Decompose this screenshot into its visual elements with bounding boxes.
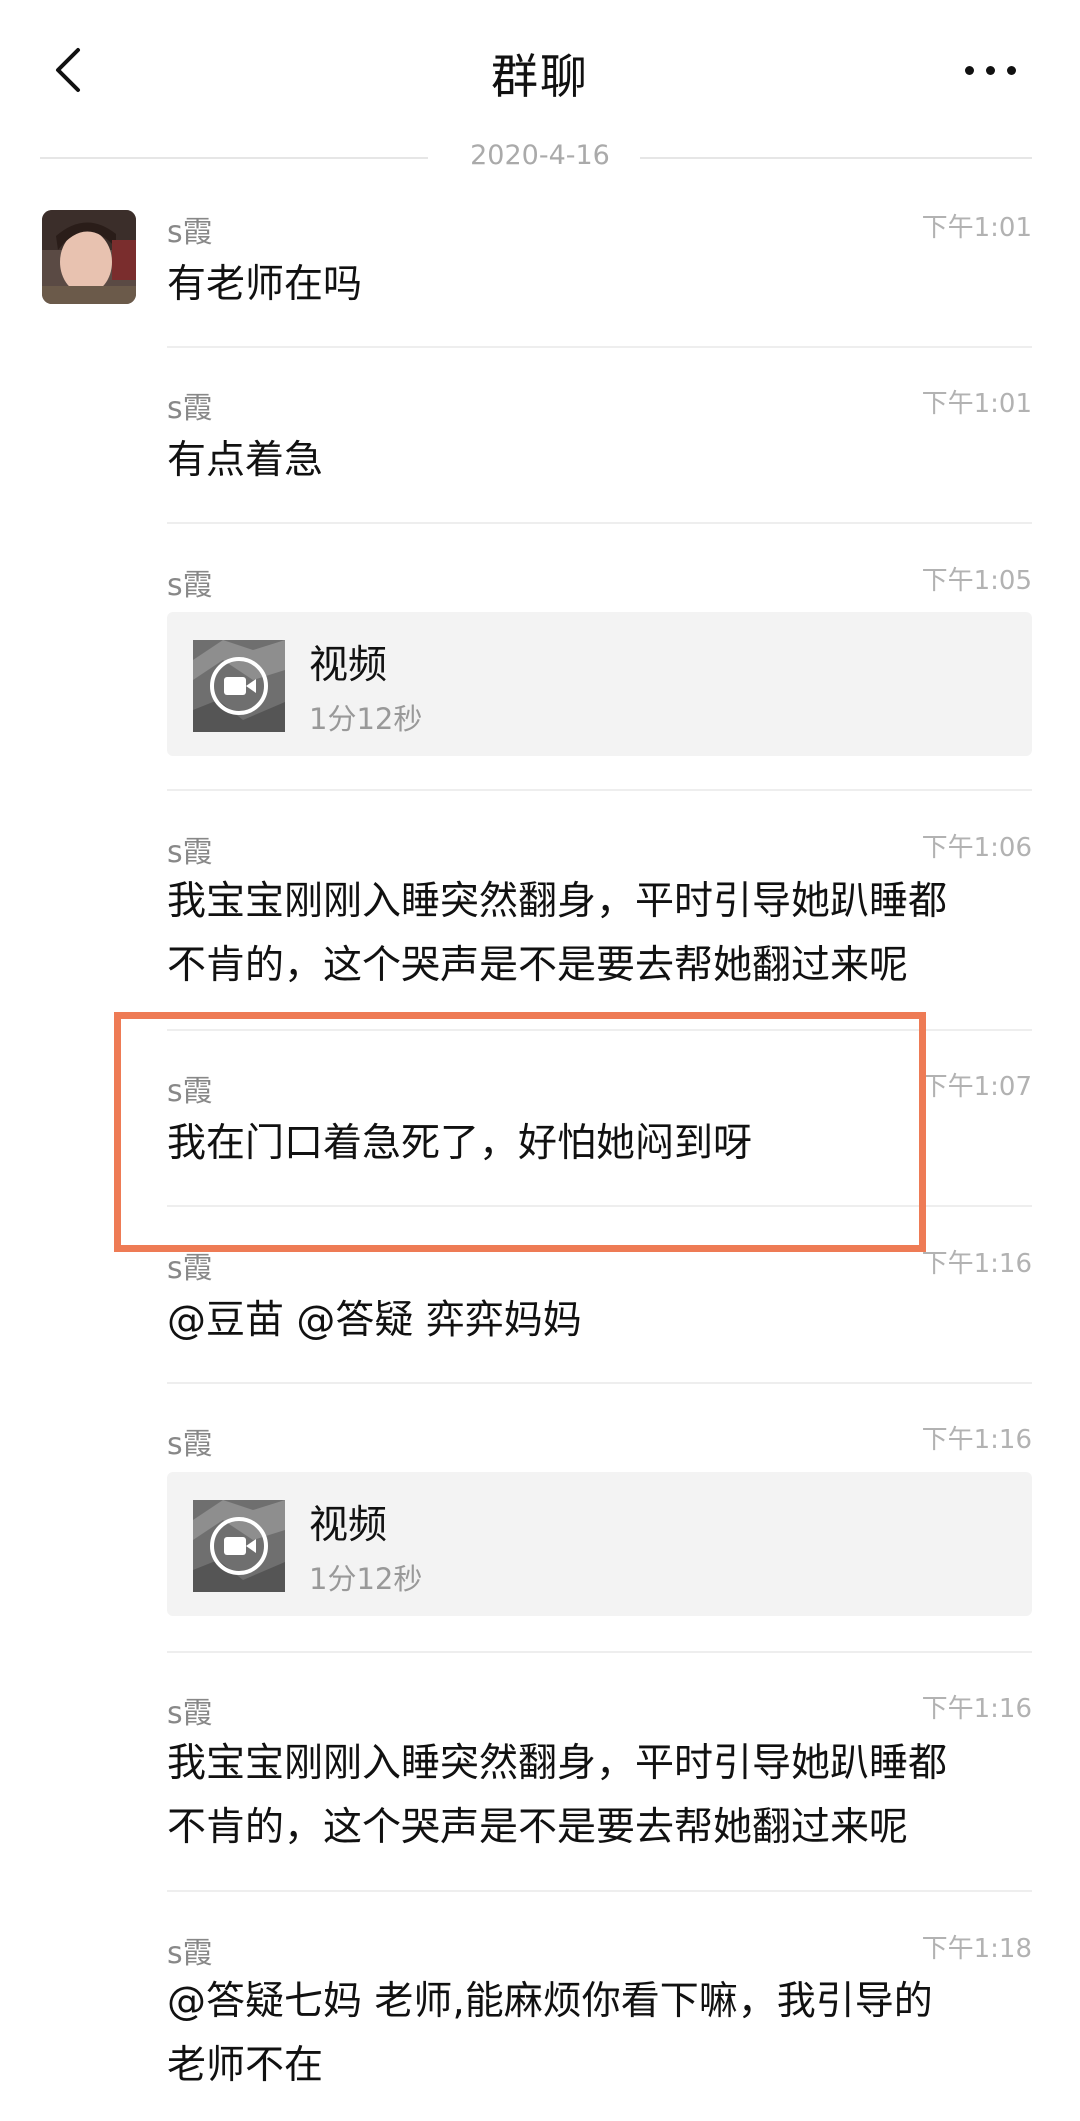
message-line: 我宝宝刚刚入睡突然翻身，平时引导她趴睡都 (167, 879, 948, 924)
video-camera-icon (193, 1500, 285, 1592)
message-time: 下午1:16 (921, 1249, 1032, 1279)
message-time: 下午1:05 (921, 566, 1032, 596)
message-sender: s霞 (167, 391, 213, 426)
message-sender: s霞 (167, 835, 213, 870)
message-sender: s霞 (167, 215, 213, 250)
message-separator (167, 1651, 1032, 1653)
more-dots-icon (965, 66, 974, 75)
message-line: 我宝宝刚刚入睡突然翻身，平时引导她趴睡都 (167, 1741, 948, 1786)
message-sender: s霞 (167, 1936, 213, 1971)
message-line: 老师不在 (167, 2043, 324, 2088)
video-duration: 1分12秒 (309, 702, 423, 736)
video-thumbnail (193, 640, 285, 732)
message-time: 下午1:16 (921, 1425, 1032, 1455)
more-dot (1007, 66, 1016, 75)
avatar[interactable] (42, 210, 136, 304)
video-duration: 1分12秒 (309, 1562, 423, 1596)
message-sender: s霞 (167, 1696, 213, 1731)
message-time: 下午1:16 (921, 1694, 1032, 1724)
message-separator (167, 346, 1032, 348)
message-text[interactable]: @豆苗 @答疑 弈弈妈妈 (167, 1289, 1027, 1353)
message-time: 下午1:06 (921, 833, 1032, 863)
message-text[interactable]: 我宝宝刚刚入睡突然翻身，平时引导她趴睡都 不肯的，这个哭声是不是要去帮她翻过来呢 (167, 1732, 1027, 1860)
message-line: @答疑七妈 老师,能麻烦你看下嘛，我引导的 (167, 1979, 933, 2024)
message-separator (167, 789, 1032, 791)
date-label: 2020-4-16 (470, 140, 610, 171)
message-time: 下午1:07 (921, 1072, 1032, 1102)
message-separator (167, 1890, 1032, 1892)
page-title: 群聊 (491, 50, 589, 105)
video-camera-icon (193, 640, 285, 732)
message-separator (167, 522, 1032, 524)
date-divider: 2020-4-16 (0, 140, 1080, 176)
message-sender: s霞 (167, 568, 213, 603)
message-text[interactable]: 有老师在吗 (167, 253, 1027, 317)
video-message[interactable]: 视频 1分12秒 (167, 1472, 1032, 1616)
divider-line (640, 157, 1032, 159)
video-title: 视频 (309, 643, 388, 688)
video-title: 视频 (309, 1503, 388, 1548)
message-separator (167, 1382, 1032, 1384)
message-line: 不肯的，这个哭声是不是要去帮她翻过来呢 (167, 943, 909, 988)
highlight-box (114, 1012, 926, 1252)
message-text[interactable]: @答疑七妈 老师,能麻烦你看下嘛，我引导的 老师不在 (167, 1970, 1027, 2098)
more-button[interactable] (955, 48, 1025, 88)
message-time: 下午1:18 (921, 1934, 1032, 1964)
message-sender: s霞 (167, 1427, 213, 1462)
message-time: 下午1:01 (921, 213, 1032, 243)
video-message[interactable]: 视频 1分12秒 (167, 612, 1032, 756)
video-thumbnail (193, 1500, 285, 1592)
avatar-photo (42, 210, 136, 304)
message-time: 下午1:01 (921, 389, 1032, 419)
top-bar: 群聊 (0, 0, 1080, 140)
message-line: 不肯的，这个哭声是不是要去帮她翻过来呢 (167, 1805, 909, 1850)
message-text[interactable]: 有点着急 (167, 429, 1027, 493)
more-dot (986, 66, 995, 75)
message-text[interactable]: 我宝宝刚刚入睡突然翻身，平时引导她趴睡都 不肯的，这个哭声是不是要去帮她翻过来呢 (167, 870, 1027, 998)
